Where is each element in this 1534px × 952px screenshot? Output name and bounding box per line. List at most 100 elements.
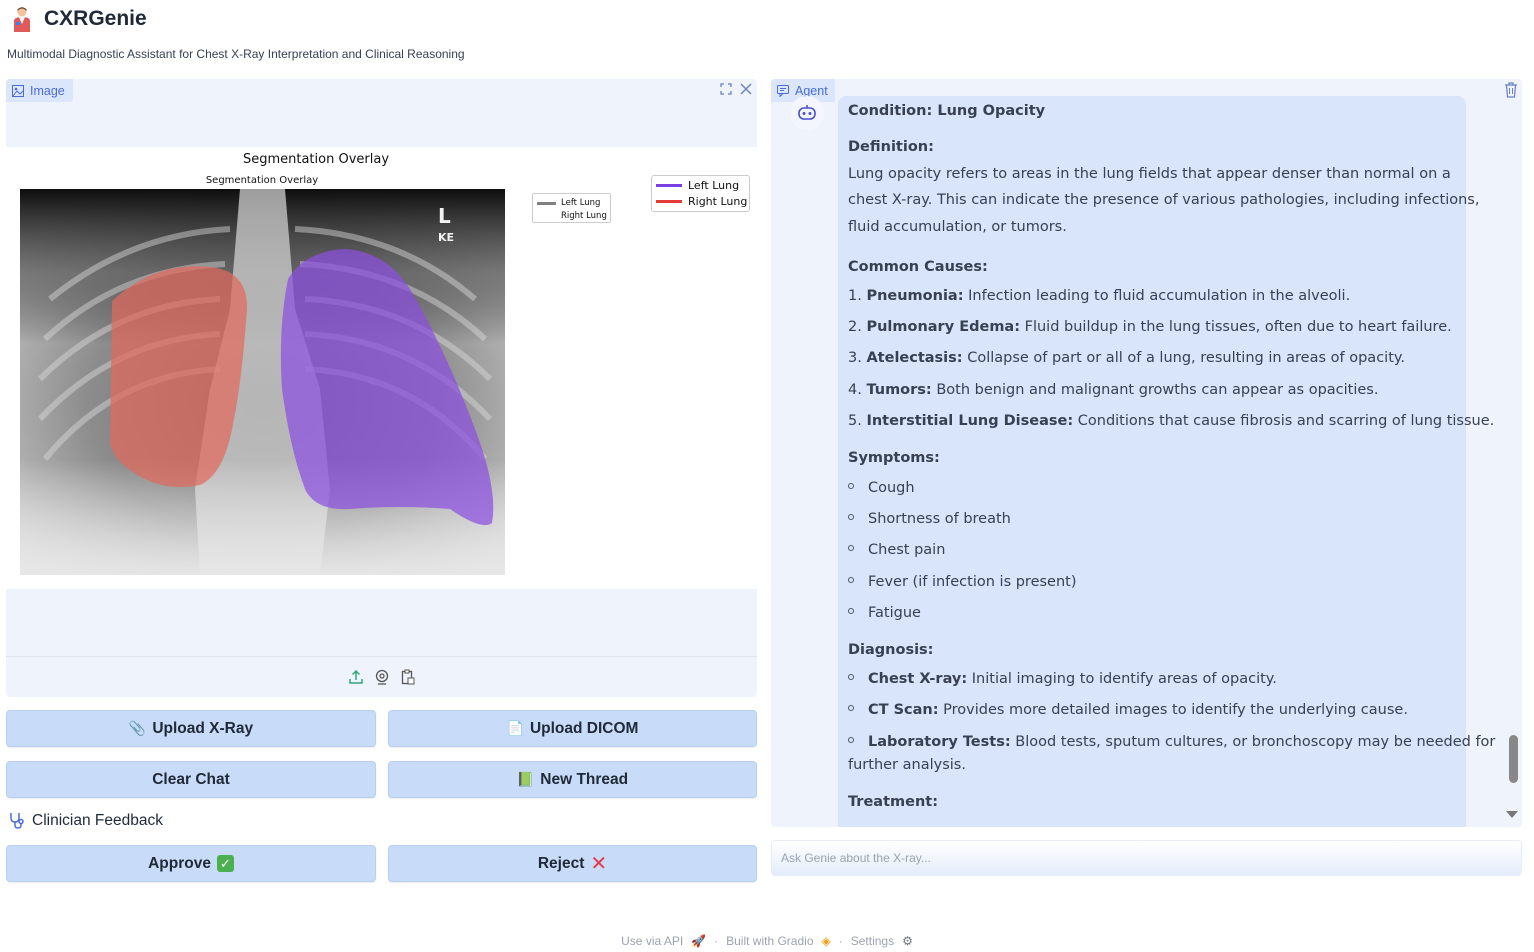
- legend-small-left-label: Left Lung: [561, 198, 601, 208]
- app-header: CXRGenie: [10, 4, 147, 34]
- cause-term: Atelectasis:: [866, 350, 963, 366]
- definition-line: Lung opacity refers to areas in the lung…: [848, 166, 1451, 182]
- cause-number: 2.: [848, 319, 862, 335]
- xray-image: L KE: [20, 189, 505, 575]
- diagnosis-heading: Diagnosis:: [848, 642, 934, 658]
- upload-dicom-button[interactable]: 📄 Upload DICOM: [388, 710, 757, 747]
- trash-icon[interactable]: [1504, 82, 1518, 98]
- upload-xray-button[interactable]: 📎 Upload X-Ray: [6, 710, 376, 747]
- legend-swatch: [656, 200, 682, 203]
- separator: ·: [714, 934, 719, 948]
- approve-button[interactable]: Approve ✓: [6, 845, 376, 882]
- approve-label: Approve: [148, 854, 211, 872]
- bullet-icon: [848, 737, 854, 743]
- built-with-gradio-link[interactable]: Built with Gradio: [726, 934, 813, 948]
- clinician-feedback-label: Clinician Feedback: [32, 812, 163, 829]
- symptom-item: Fever (if infection is present): [848, 574, 1077, 590]
- bullet-icon: [848, 483, 854, 489]
- gradio-logo-icon: ◈: [821, 934, 831, 948]
- symptom-text: Fatigue: [868, 605, 921, 621]
- chat-input-placeholder: Ask Genie about the X-ray...: [781, 851, 931, 865]
- cause-text: Fluid buildup in the lung tissues, often…: [1024, 319, 1452, 335]
- image-panel-actions: [719, 81, 753, 97]
- settings-link[interactable]: Settings: [851, 934, 894, 948]
- legend-small-right-label: Right Lung: [561, 211, 607, 221]
- diagnosis-text: Provides more detailed images to identif…: [943, 702, 1408, 718]
- chat-scrollbar[interactable]: [1509, 735, 1518, 783]
- symptoms-heading: Symptoms:: [848, 450, 940, 466]
- cause-item: 3. Atelectasis: Collapse of part or all …: [848, 350, 1405, 366]
- causes-heading: Common Causes:: [848, 259, 988, 275]
- use-api-link[interactable]: Use via API: [621, 934, 683, 948]
- clipboard-icon[interactable]: [400, 669, 416, 685]
- upload-icon[interactable]: [348, 669, 364, 685]
- new-thread-button[interactable]: 📗 New Thread: [388, 761, 757, 798]
- xray-overlay-svg: L KE: [20, 189, 505, 575]
- fullscreen-icon[interactable]: [719, 81, 733, 97]
- symptom-text: Chest pain: [868, 542, 946, 558]
- symptom-item: Chest pain: [848, 542, 945, 558]
- image-icon: [12, 84, 24, 97]
- reject-label: Reject: [537, 854, 585, 872]
- diagnosis-item: CT Scan: Provides more detailed images t…: [848, 702, 1408, 718]
- definition-heading: Definition:: [848, 139, 934, 155]
- diagnosis-term: Laboratory Tests:: [868, 734, 1011, 750]
- footer: Use via API 🚀 · Built with Gradio ◈ · Se…: [0, 934, 1534, 948]
- document-icon: 📄: [506, 720, 524, 736]
- agent-message: Condition: Lung Opacity Definition: Lung…: [838, 96, 1495, 827]
- image-panel-label: Image: [30, 83, 65, 98]
- agent-panel-label: Agent: [795, 83, 828, 98]
- webcam-icon[interactable]: [374, 669, 390, 685]
- cross-mark-icon: ✕: [590, 853, 608, 875]
- stethoscope-icon: [10, 813, 24, 829]
- legend-big-left: Left Lung: [656, 179, 739, 192]
- diagnosis-item: Chest X-ray: Initial imaging to identify…: [848, 671, 1277, 687]
- bullet-icon: [848, 545, 854, 551]
- cause-text: Conditions that cause fibrosis and scarr…: [1077, 413, 1495, 429]
- figure-suptitle: Segmentation Overlay: [242, 152, 390, 167]
- legend-big-right-label: Right Lung: [688, 195, 748, 208]
- treatment-heading: Treatment:: [848, 794, 938, 810]
- definition-line: chest X-ray. This can indicate the prese…: [848, 192, 1480, 208]
- symptom-item: Shortness of breath: [848, 511, 1011, 527]
- image-panel: Image Segmentation Overlay Segmentation …: [6, 79, 757, 697]
- gear-icon: ⚙: [902, 934, 913, 948]
- legend-small-left: Left Lung: [537, 198, 600, 208]
- legend-big-right: Right Lung: [656, 195, 747, 208]
- bot-avatar: [790, 96, 824, 130]
- condition-value: Lung Opacity: [937, 103, 1046, 119]
- figure-title: Segmentation Overlay: [205, 175, 319, 186]
- condition-line: Condition: Lung Opacity: [848, 103, 1045, 119]
- upload-xray-label: Upload X-Ray: [152, 719, 254, 737]
- cause-term: Tumors:: [866, 382, 932, 398]
- image-panel-tag: Image: [6, 79, 73, 102]
- separator: ·: [838, 934, 843, 948]
- legend-small: Left Lung Right Lung: [532, 193, 611, 223]
- clear-chat-button[interactable]: Clear Chat: [6, 761, 376, 798]
- bullet-icon: [848, 577, 854, 583]
- rocket-icon: 🚀: [691, 934, 707, 948]
- scroll-down-icon[interactable]: [1506, 811, 1518, 818]
- close-icon[interactable]: [739, 81, 753, 97]
- legend-swatch: [656, 184, 682, 187]
- bullet-icon: [848, 514, 854, 520]
- legend-swatch: [537, 201, 556, 205]
- new-thread-label: New Thread: [540, 770, 629, 788]
- legend-small-right: Right Lung: [537, 211, 607, 221]
- chat-input[interactable]: Ask Genie about the X-ray...: [771, 840, 1522, 876]
- diagnosis-text: Blood tests, sputum cultures, or broncho…: [1015, 734, 1496, 750]
- checkmark-icon: ✓: [216, 855, 234, 872]
- cause-term: Pneumonia:: [866, 288, 964, 304]
- bullet-icon: [848, 705, 854, 711]
- agent-chat-panel: Agent Condition: Lung Opacity Definition…: [771, 79, 1522, 827]
- diagnosis-continuation: further analysis.: [848, 757, 966, 773]
- image-source-toolbar: [6, 656, 757, 697]
- doctor-icon: [14, 7, 30, 32]
- cause-number: 1.: [848, 288, 862, 304]
- cause-item: 1. Pneumonia: Infection leading to fluid…: [848, 288, 1350, 304]
- app-title: CXRGenie: [44, 7, 147, 30]
- bullet-icon: [848, 608, 854, 614]
- clinician-feedback-heading: Clinician Feedback: [8, 812, 163, 830]
- reject-button[interactable]: Reject ✕: [388, 845, 757, 882]
- legend-big-left-label: Left Lung: [688, 179, 740, 192]
